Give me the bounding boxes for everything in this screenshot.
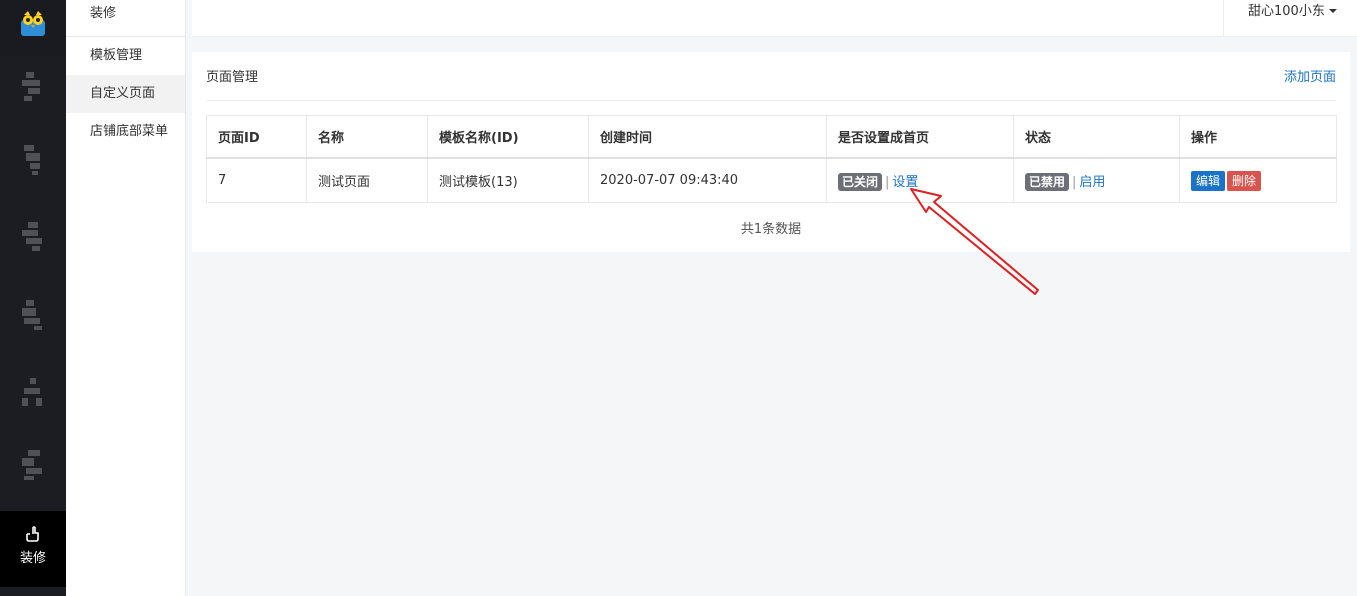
edit-button[interactable]: 编辑: [1191, 170, 1226, 191]
table-row: 7 测试页面 测试模板(13) 2020-07-07 09:43:40 已关闭 |…: [206, 157, 1337, 203]
cell-home-setting: 已关闭 | 设置: [826, 157, 1014, 203]
nav-item-blurred[interactable]: [22, 300, 44, 330]
nav-item-blurred[interactable]: [22, 72, 44, 102]
nav-item-blurred[interactable]: [22, 145, 44, 175]
add-page-link[interactable]: 添加页面: [1284, 66, 1336, 85]
submenu-title: 装修: [90, 6, 117, 21]
column-header: 操作: [1179, 115, 1337, 159]
user-menu[interactable]: 甜心100小东: [1223, 0, 1357, 36]
card-divider: [206, 100, 1336, 101]
cell-page-id: 7: [206, 157, 307, 203]
cell-created: 2020-07-07 09:43:40: [588, 157, 827, 203]
home-status-badge: 已关闭: [838, 172, 883, 191]
pages-table: 页面ID 名称 模板名称(ID) 创建时间 是否设置成首页 状态 操作 7 测试…: [206, 115, 1337, 203]
enable-link[interactable]: 启用: [1079, 175, 1105, 190]
status-badge: 已禁用: [1025, 172, 1070, 191]
separator: |: [885, 174, 890, 190]
owl-logo-icon: [21, 11, 45, 36]
sub-navigation: 装修 模板管理 自定义页面 店铺底部菜单: [66, 0, 186, 596]
column-header: 名称: [306, 115, 428, 159]
delete-button[interactable]: 删除: [1227, 170, 1262, 191]
hand-icon: [26, 526, 39, 542]
column-header: 创建时间: [588, 115, 827, 159]
nav-item-blurred[interactable]: [22, 222, 44, 252]
column-header: 页面ID: [206, 115, 307, 159]
column-header: 是否设置成首页: [826, 115, 1014, 159]
set-home-link[interactable]: 设置: [892, 175, 918, 190]
top-header: 甜心100小东: [192, 0, 1357, 37]
cell-name: 测试页面: [306, 157, 428, 203]
cell-template: 测试模板(13): [427, 157, 589, 203]
left-nav-rail: 装修: [0, 0, 66, 596]
column-header: 状态: [1013, 115, 1180, 159]
nav-item-blurred[interactable]: [22, 378, 44, 408]
nav-item-label: 装修: [19, 551, 46, 566]
nav-item-decoration[interactable]: 装修: [0, 511, 66, 587]
submenu-item-custom-page[interactable]: 自定义页面: [66, 75, 185, 113]
card-title: 页面管理: [206, 70, 259, 85]
table-header-row: 页面ID 名称 模板名称(ID) 创建时间 是否设置成首页 状态 操作: [206, 115, 1337, 159]
separator: |: [1072, 174, 1077, 190]
nav-item-blurred[interactable]: [22, 450, 44, 480]
user-name: 甜心100小东: [1248, 4, 1325, 19]
column-header: 模板名称(ID): [427, 115, 589, 159]
submenu-item-template-manage[interactable]: 模板管理: [66, 37, 185, 75]
cell-actions: 编辑 删除: [1179, 157, 1337, 203]
app-logo[interactable]: [0, 0, 66, 56]
cell-status: 已禁用 | 启用: [1013, 157, 1180, 203]
caret-down-icon: [1328, 8, 1337, 13]
total-count: 共1条数据: [740, 222, 802, 237]
submenu-item-footer-menu[interactable]: 店铺底部菜单: [66, 113, 185, 151]
page-manage-card: 页面管理 添加页面 页面ID 名称 模板名称(ID) 创建时间 是否设置成首页 …: [192, 52, 1350, 252]
